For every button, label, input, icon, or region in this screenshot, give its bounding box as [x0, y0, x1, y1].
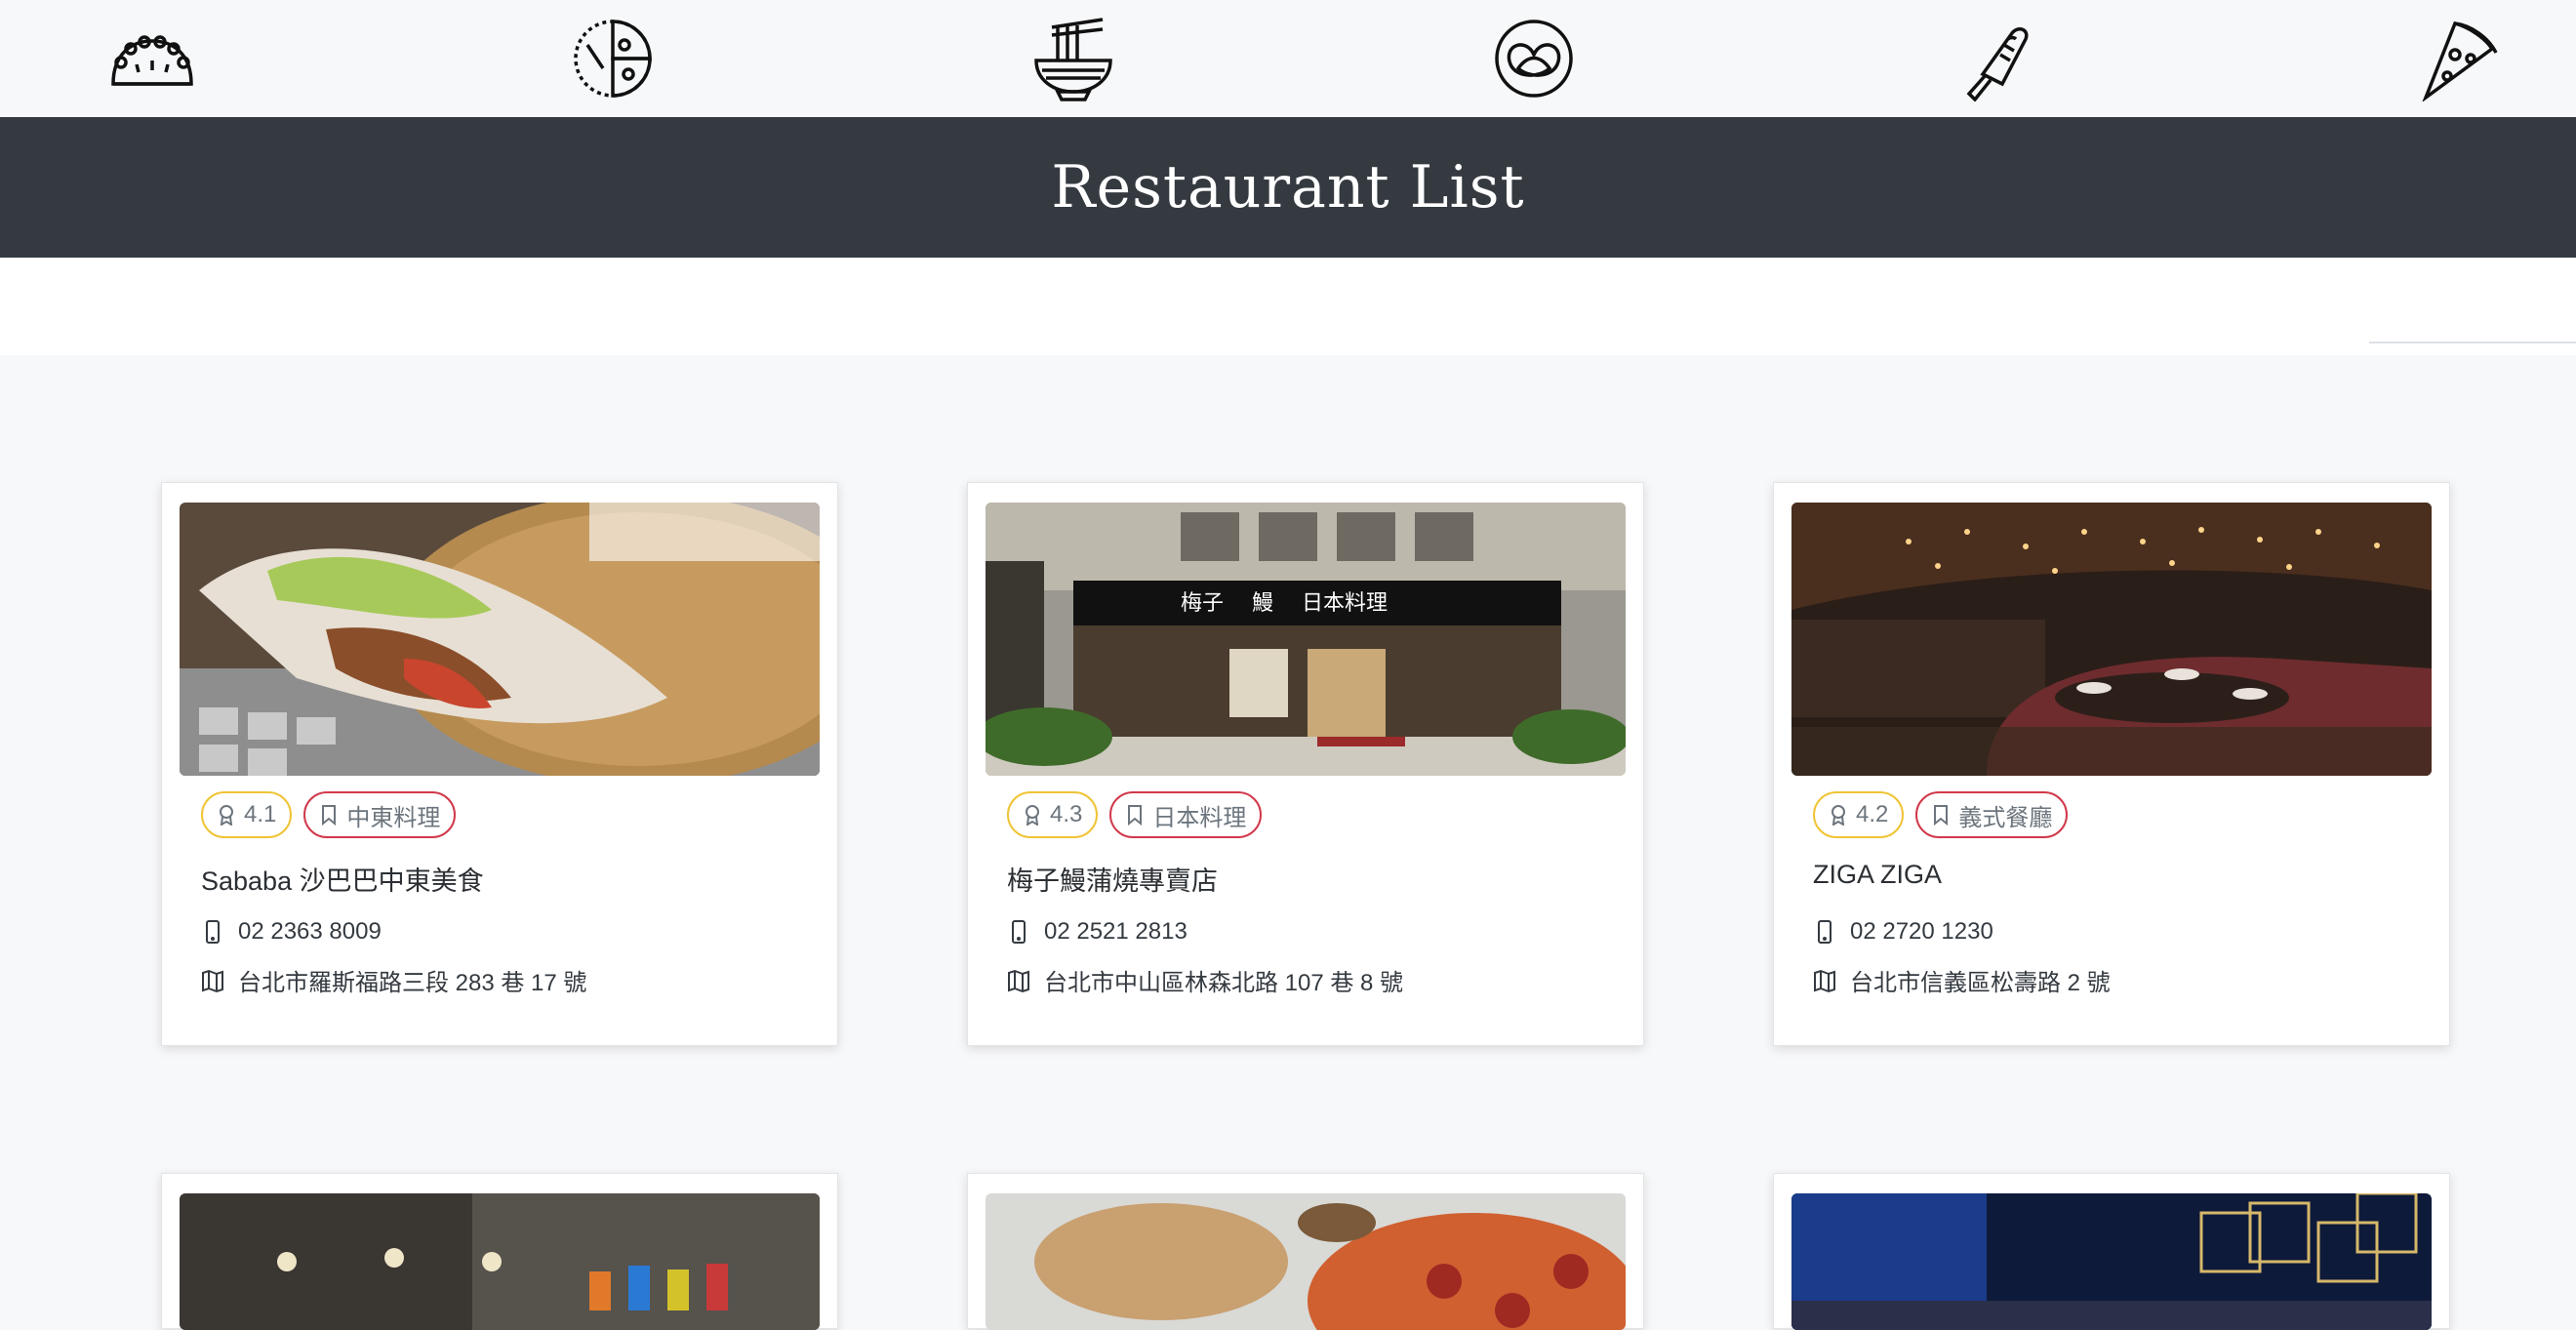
category-icon-bar	[0, 0, 2576, 117]
restaurant-card[interactable]: 4.2 義式餐廳 ZIGA ZIGA 02 2720 1230 台北市信義區松壽…	[1773, 482, 2450, 1046]
popsicle-icon[interactable]	[1950, 16, 2039, 102]
restaurant-phone: 02 2720 1230	[1813, 918, 1993, 946]
award-icon	[220, 805, 233, 826]
phone-icon	[1012, 920, 1026, 944]
restaurant-name: Sababa 沙巴巴中東美食	[201, 867, 484, 896]
phone-number: 02 2363 8009	[238, 918, 382, 945]
award-icon	[1831, 805, 1845, 826]
award-icon	[1026, 805, 1039, 826]
map-icon	[1008, 969, 1029, 992]
rating-badge: 4.3	[1007, 791, 1099, 838]
category-badge: 中東料理	[303, 791, 457, 838]
map-icon	[1814, 969, 1835, 992]
phone-number: 02 2720 1230	[1850, 918, 1993, 945]
category-label: 義式餐廳	[1958, 804, 2053, 831]
page-title: Restaurant List	[1051, 153, 1525, 222]
bookmark-icon	[1128, 805, 1143, 826]
phone-icon	[206, 920, 220, 944]
phone-icon	[1818, 920, 1831, 944]
restaurant-photo	[986, 1193, 1626, 1330]
address-text: 台北市中山區林森北路 107 巷 8 號	[1044, 970, 1404, 996]
category-badge: 日本料理	[1109, 791, 1263, 838]
rating-value: 4.3	[1050, 801, 1083, 827]
restaurant-name: 梅子鰻蒲燒專賣店	[1007, 867, 1218, 896]
restaurant-phone: 02 2363 8009	[201, 918, 382, 946]
category-badge: 義式餐廳	[1915, 791, 2069, 838]
restaurant-card[interactable]	[967, 1173, 1644, 1330]
search-input-underline[interactable]	[2369, 342, 2576, 343]
rating-badge: 4.2	[1813, 791, 1905, 838]
pizza-slice-round-icon[interactable]	[568, 16, 658, 101]
rating-value: 4.2	[1856, 801, 1889, 827]
restaurant-photo: 梅子 鰻 日本料理	[986, 503, 1626, 776]
restaurant-phone: 02 2521 2813	[1007, 918, 1187, 946]
category-label: 日本料理	[1152, 804, 1247, 831]
restaurant-photo	[180, 503, 820, 776]
map-icon	[202, 969, 223, 992]
restaurant-address[interactable]: 台北市羅斯福路三段 283 巷 17 號	[201, 963, 586, 997]
phone-number: 02 2521 2813	[1044, 918, 1187, 945]
restaurant-photo	[1791, 1193, 2432, 1330]
restaurant-address[interactable]: 台北市中山區林森北路 107 巷 8 號	[1007, 963, 1403, 997]
search-band	[0, 258, 2576, 355]
address-text: 台北市羅斯福路三段 283 巷 17 號	[238, 970, 587, 996]
header-banner: Restaurant List	[0, 117, 2576, 258]
restaurant-card[interactable]	[161, 1173, 838, 1330]
address-text: 台北市信義區松壽路 2 號	[1850, 970, 2111, 996]
rating-badge: 4.1	[201, 791, 293, 838]
empanada-icon[interactable]	[107, 16, 197, 101]
bookmark-icon	[1934, 805, 1949, 826]
noodle-bowl-icon[interactable]	[1028, 16, 1118, 101]
pretzel-icon[interactable]	[1489, 16, 1579, 101]
restaurant-photo	[180, 1193, 820, 1330]
restaurant-name: ZIGA ZIGA	[1813, 860, 1943, 889]
svg-text:梅子 鰻 日本料理: 梅子 鰻 日本料理	[1181, 591, 1388, 616]
pizza-slice-icon[interactable]	[2410, 16, 2500, 103]
restaurant-photo	[1791, 503, 2432, 776]
restaurant-card[interactable]	[1773, 1173, 2450, 1330]
restaurant-address[interactable]: 台北市信義區松壽路 2 號	[1813, 963, 2111, 997]
bookmark-icon	[322, 805, 337, 826]
rating-value: 4.1	[244, 801, 277, 827]
restaurant-card[interactable]: 梅子 鰻 日本料理 4.3 日本料理 梅子鰻蒲燒專賣店 02 2521 2813…	[967, 482, 1644, 1046]
category-label: 中東料理	[346, 804, 441, 831]
restaurant-card[interactable]: 4.1 中東料理 Sababa 沙巴巴中東美食 02 2363 8009 台北市…	[161, 482, 838, 1046]
